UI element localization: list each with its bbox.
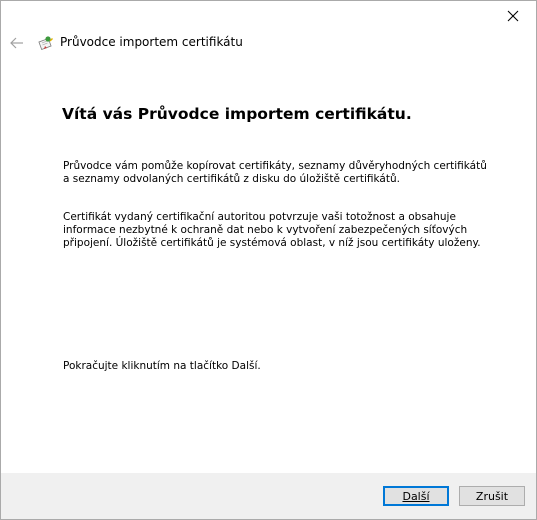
next-button[interactable]: Další bbox=[383, 486, 449, 506]
certificate-icon bbox=[38, 36, 53, 50]
cancel-button[interactable]: Zrušit bbox=[459, 486, 525, 506]
page-heading: Vítá vás Průvodce importem certifikátu. bbox=[62, 105, 412, 123]
close-button[interactable] bbox=[490, 1, 536, 31]
description-paragraph: Certifikát vydaný certifikační autoritou… bbox=[63, 211, 481, 249]
back-button[interactable] bbox=[8, 33, 26, 53]
close-icon bbox=[507, 10, 519, 22]
certificate-import-wizard-window: Průvodce importem certifikátu Vítá vás P… bbox=[0, 0, 537, 520]
wizard-header: Průvodce importem certifikátu bbox=[1, 29, 536, 57]
wizard-footer: Další Zrušit bbox=[1, 473, 536, 519]
intro-paragraph: Průvodce vám pomůže kopírovat certifikát… bbox=[63, 160, 487, 185]
wizard-title: Průvodce importem certifikátu bbox=[60, 35, 243, 49]
continue-instruction: Pokračujte kliknutím na tlačítko Další. bbox=[63, 360, 261, 372]
next-button-label: Další bbox=[402, 489, 430, 503]
wizard-content: Vítá vás Průvodce importem certifikátu. … bbox=[1, 57, 536, 473]
cancel-button-label: Zrušit bbox=[475, 489, 509, 503]
back-arrow-icon bbox=[10, 37, 23, 49]
